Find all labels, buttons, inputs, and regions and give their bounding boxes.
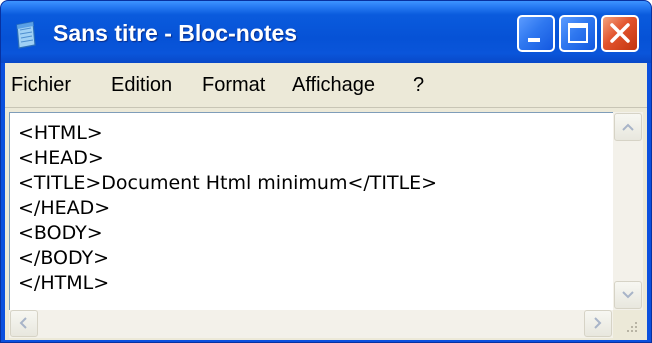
resize-grip-icon bbox=[627, 322, 637, 332]
chevron-right-icon bbox=[594, 317, 602, 329]
editor-line: <TITLE>Document Html minimum</TITLE> bbox=[18, 172, 438, 194]
menu-bar: Fichier Edition Format Affichage ? bbox=[5, 63, 647, 108]
resize-grip[interactable] bbox=[613, 310, 643, 338]
menu-format[interactable]: Format bbox=[202, 63, 265, 107]
scroll-left-button[interactable] bbox=[10, 310, 38, 337]
scroll-down-button[interactable] bbox=[614, 281, 642, 309]
editor-line: </HEAD> bbox=[18, 197, 111, 219]
notepad-icon[interactable] bbox=[15, 21, 39, 49]
close-icon bbox=[610, 23, 630, 43]
vertical-scrollbar[interactable] bbox=[613, 112, 643, 310]
title-bar[interactable]: Sans titre - Bloc-notes bbox=[1, 1, 651, 63]
chevron-up-icon bbox=[622, 123, 634, 131]
menu-help[interactable]: ? bbox=[413, 63, 424, 107]
chevron-left-icon bbox=[19, 317, 27, 329]
editor-line: <BODY> bbox=[18, 222, 103, 244]
maximize-icon bbox=[568, 23, 588, 43]
window-title: Sans titre - Bloc-notes bbox=[53, 20, 298, 46]
scroll-up-button[interactable] bbox=[614, 113, 642, 141]
scroll-right-button[interactable] bbox=[584, 310, 612, 337]
close-button[interactable] bbox=[601, 15, 639, 52]
maximize-button[interactable] bbox=[559, 15, 597, 52]
menu-edition[interactable]: Edition bbox=[111, 63, 172, 107]
horizontal-scrollbar[interactable] bbox=[9, 310, 613, 338]
editor-line: <HEAD> bbox=[18, 147, 104, 169]
text-editor[interactable]: <HTML> <HEAD> <TITLE>Document Html minim… bbox=[9, 112, 613, 310]
editor-line: </BODY> bbox=[18, 247, 110, 269]
notepad-window: Sans titre - Bloc-notes Fichier Edition … bbox=[0, 0, 652, 343]
client-area: <HTML> <HEAD> <TITLE>Document Html minim… bbox=[5, 108, 647, 340]
editor-line: <HTML> bbox=[18, 122, 103, 144]
editor-line: </HTML> bbox=[18, 272, 110, 294]
chevron-down-icon bbox=[622, 291, 634, 299]
minimize-button[interactable] bbox=[517, 15, 555, 52]
menu-fichier[interactable]: Fichier bbox=[11, 63, 71, 107]
menu-affichage[interactable]: Affichage bbox=[292, 63, 375, 107]
minimize-icon bbox=[528, 38, 540, 42]
